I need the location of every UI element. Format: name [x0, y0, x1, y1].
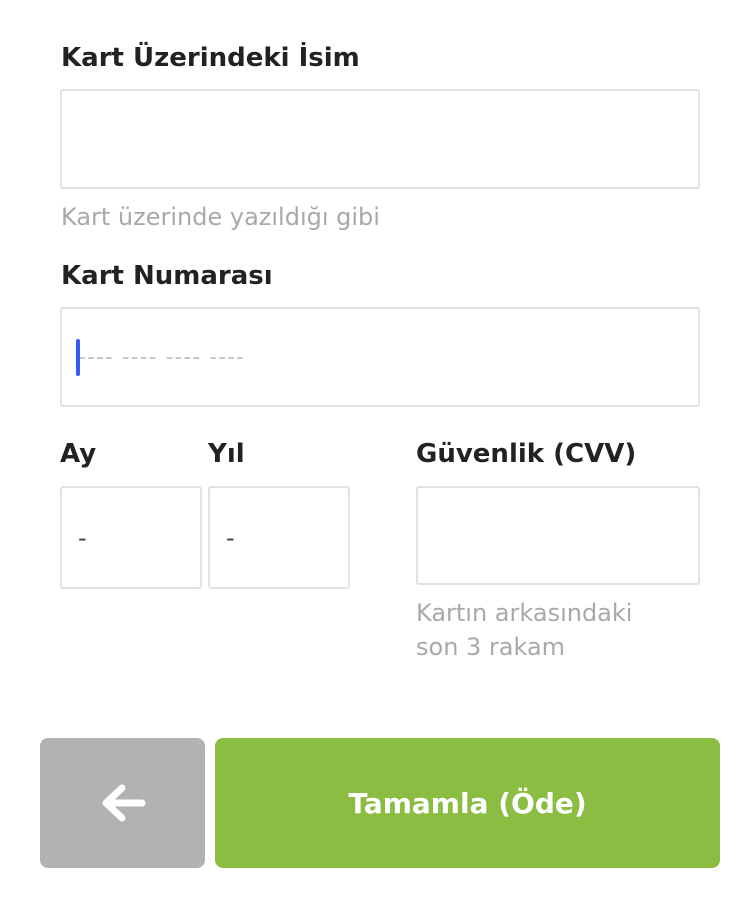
cvv-field-wrapper — [416, 486, 700, 585]
back-button[interactable] — [40, 738, 205, 868]
cvv-label: Güvenlik (CVV) — [416, 439, 637, 469]
card-number-field-wrapper — [60, 307, 700, 407]
cvv-hint-line1: Kartın arkasındaki — [416, 599, 633, 627]
arrow-left-icon — [102, 784, 145, 822]
month-label: Ay — [60, 439, 97, 469]
year-selected-value: - — [226, 523, 235, 552]
card-name-hint: Kart üzerinde yazıldığı gibi — [61, 203, 380, 231]
text-caret — [76, 339, 80, 376]
card-number-input[interactable] — [62, 309, 698, 405]
month-select[interactable]: - — [60, 486, 202, 589]
complete-payment-button[interactable]: Tamamla (Öde) — [215, 738, 720, 868]
card-name-field-wrapper — [60, 89, 700, 189]
card-name-input[interactable] — [62, 91, 698, 187]
year-label: Yıl — [208, 439, 245, 469]
complete-payment-label: Tamamla (Öde) — [348, 786, 587, 820]
month-selected-value: - — [78, 523, 87, 552]
cvv-hint-line2: son 3 rakam — [416, 633, 566, 661]
card-name-label: Kart Üzerindeki İsim — [61, 43, 360, 73]
card-number-label: Kart Numarası — [61, 261, 273, 291]
cvv-input[interactable] — [418, 488, 698, 583]
year-select[interactable]: - — [208, 486, 350, 589]
